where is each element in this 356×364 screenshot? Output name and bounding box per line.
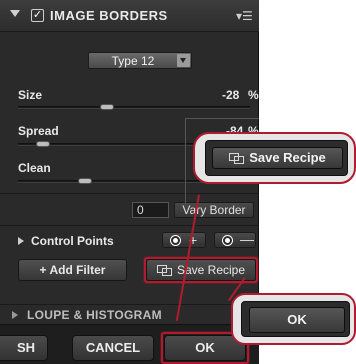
loupe-histogram-section[interactable]: LOUPE & HISTOGRAM xyxy=(0,304,259,324)
spread-slider-thumb[interactable] xyxy=(36,141,50,147)
expand-triangle-icon[interactable] xyxy=(18,237,24,245)
size-label: Size xyxy=(18,88,43,102)
ok-button-zoomed[interactable]: OK xyxy=(249,307,345,333)
size-value: -28 xyxy=(222,88,240,102)
border-type-value: Type 12 xyxy=(111,54,155,68)
ok-callout: OK xyxy=(231,293,356,345)
recipe-icon xyxy=(229,153,245,164)
dialog-footer: SH CANCEL OK xyxy=(0,324,259,364)
vary-seed-input[interactable]: 0 xyxy=(132,202,169,218)
callout-zoom-area: Save Recipe xyxy=(205,140,348,176)
collapse-triangle-icon[interactable] xyxy=(10,10,20,17)
border-type-select[interactable]: Type 12 xyxy=(88,52,192,69)
vary-border-button[interactable]: Vary Border xyxy=(174,202,254,218)
divider xyxy=(0,225,259,226)
cancel-button[interactable]: CANCEL xyxy=(72,335,154,361)
clean-slider-thumb[interactable] xyxy=(78,178,92,184)
size-unit: % xyxy=(248,88,259,102)
chevron-down-icon xyxy=(177,54,190,67)
callout-zoom-area: OK xyxy=(241,301,350,337)
minus-icon: — xyxy=(240,231,254,247)
partial-left-button[interactable]: SH xyxy=(0,335,48,361)
panel-menu-icon[interactable]: ▾☰ xyxy=(236,9,253,23)
control-points-label: Control Points xyxy=(31,234,114,248)
save-recipe-zoom-label: Save Recipe xyxy=(249,150,326,165)
control-point-icon xyxy=(171,236,180,245)
panel-title: IMAGE BORDERS xyxy=(50,8,168,23)
expand-triangle-icon[interactable] xyxy=(12,311,18,319)
loupe-histogram-title: LOUPE & HISTOGRAM xyxy=(27,308,162,322)
save-recipe-highlight xyxy=(144,257,258,283)
control-point-icon xyxy=(223,236,232,245)
save-recipe-button-zoomed[interactable]: Save Recipe xyxy=(212,147,343,169)
clean-label: Clean xyxy=(18,161,51,175)
remove-control-point-button[interactable]: — xyxy=(214,231,256,248)
spread-label: Spread xyxy=(18,124,59,138)
panel-header[interactable]: ✓ IMAGE BORDERS ▾☰ xyxy=(0,0,259,32)
save-recipe-callout: Save Recipe xyxy=(193,132,356,184)
add-filter-button[interactable]: + Add Filter xyxy=(18,259,127,281)
size-slider-track[interactable] xyxy=(18,106,250,109)
enable-checkbox[interactable]: ✓ xyxy=(31,9,44,22)
add-control-point-button[interactable]: + xyxy=(162,232,206,248)
size-slider-thumb[interactable] xyxy=(100,104,114,110)
